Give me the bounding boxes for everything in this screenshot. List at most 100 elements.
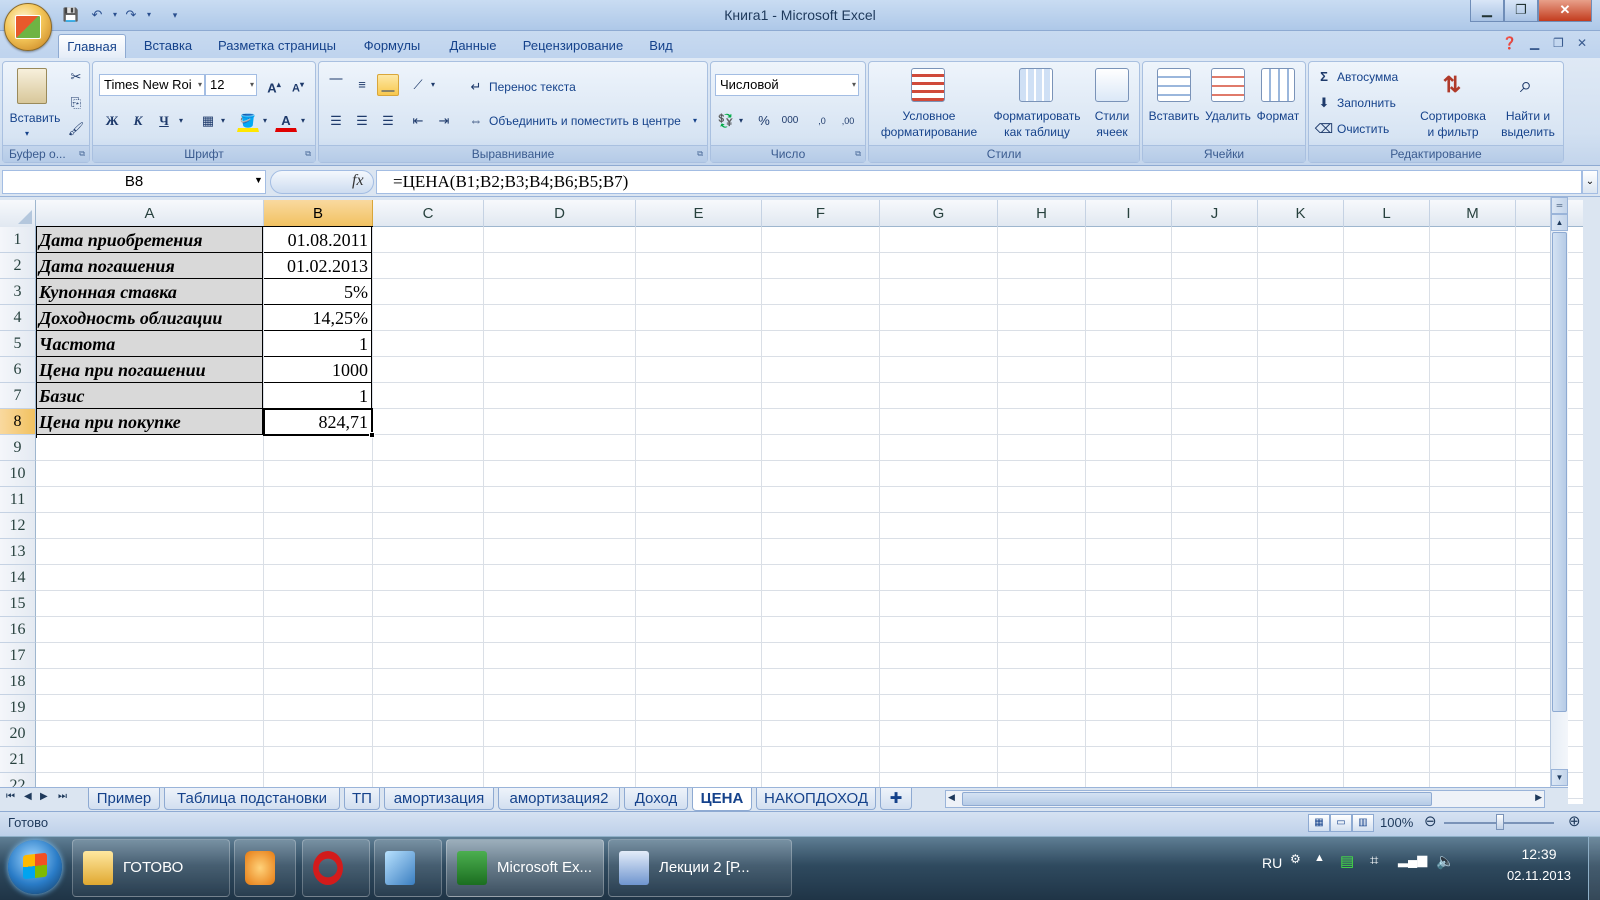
column-header-k[interactable]: K	[1258, 200, 1344, 227]
font-color-dropdown-icon[interactable]: ▾	[297, 110, 309, 132]
column-header-j[interactable]: J	[1172, 200, 1258, 227]
tab-home[interactable]: Главная	[58, 34, 126, 58]
sheet-tab-income[interactable]: Доход	[624, 788, 688, 810]
clipboard-dialog-launcher-icon[interactable]: ⧉	[79, 149, 85, 159]
find-select-label-2[interactable]: выделить	[1495, 124, 1561, 140]
formula-input[interactable]: =ЦЕНА(B1;B2;B3;B4;B6;B5;B7)	[376, 170, 1582, 194]
cell-styles-label-2[interactable]: ячеек	[1085, 124, 1139, 140]
paste-button[interactable]: Вставить	[5, 110, 65, 126]
grow-font-icon[interactable]: A▴	[263, 74, 285, 96]
taskbar-item-word[interactable]: Лекции 2 [Р...	[608, 839, 792, 897]
decrease-decimal-button[interactable]: ,00	[837, 110, 859, 132]
row-header-19[interactable]: 19	[0, 695, 36, 721]
taskbar-item-media-player[interactable]	[234, 839, 296, 897]
taskbar-item-folder[interactable]: ГОТОВО	[72, 839, 230, 897]
sort-filter-icon[interactable]: ⇅	[1435, 68, 1469, 102]
conditional-formatting-label-1[interactable]: Условное	[869, 108, 989, 124]
ribbon-close-icon[interactable]: ✕	[1577, 36, 1587, 50]
font-color-icon[interactable]: A	[275, 110, 297, 132]
taskbar-item-excel[interactable]: Microsoft Ex...	[446, 839, 604, 897]
split-box-icon[interactable]: ═	[1551, 197, 1568, 214]
conditional-formatting-label-2[interactable]: форматирование	[869, 124, 989, 140]
row-header-14[interactable]: 14	[0, 565, 36, 591]
help-icon[interactable]: ❓	[1502, 36, 1517, 50]
align-left-icon[interactable]: ☰	[325, 110, 347, 132]
row-header-15[interactable]: 15	[0, 591, 36, 617]
close-button[interactable]: ✕	[1538, 0, 1592, 22]
row-header-13[interactable]: 13	[0, 539, 36, 565]
column-header-c[interactable]: C	[373, 200, 484, 227]
cut-icon[interactable]: ✂	[65, 66, 87, 88]
name-box[interactable]: B8	[2, 170, 266, 194]
show-desktop-button[interactable]	[1588, 836, 1600, 900]
find-select-icon[interactable]: ⌕	[1509, 68, 1543, 102]
column-header-g[interactable]: G	[880, 200, 998, 227]
language-bar-icon[interactable]: ⚙	[1290, 852, 1301, 866]
expand-formula-bar-icon[interactable]: ⌄	[1582, 170, 1598, 194]
format-as-table-icon[interactable]	[1019, 68, 1053, 102]
font-name-combo[interactable]: Times New Roi ▾	[99, 74, 205, 96]
office-button[interactable]	[4, 3, 52, 51]
clock-date[interactable]: 02.11.2013	[1494, 868, 1584, 883]
cell-a5[interactable]: Частота	[37, 331, 263, 357]
scroll-right-icon[interactable]: ▶	[1535, 792, 1542, 803]
column-header-m[interactable]: M	[1430, 200, 1516, 227]
sort-filter-label-2[interactable]: и фильтр	[1413, 124, 1493, 140]
comma-style-button[interactable]: 000	[779, 110, 801, 132]
active-cell-selection[interactable]	[263, 408, 373, 436]
clear-icon[interactable]: ⌫	[1313, 118, 1335, 140]
column-header-l[interactable]: L	[1344, 200, 1430, 227]
increase-decimal-button[interactable]: ,0	[811, 110, 833, 132]
format-painter-icon[interactable]: 🖌	[65, 118, 87, 140]
last-sheet-icon[interactable]: ⏭	[58, 791, 67, 802]
delete-cells-button[interactable]: Удалить	[1199, 108, 1257, 124]
shrink-font-icon[interactable]: A▾	[287, 74, 309, 96]
cell-a2[interactable]: Дата погашения	[37, 253, 263, 279]
number-format-combo[interactable]: Числовой ▾	[715, 74, 859, 96]
conditional-formatting-icon[interactable]	[911, 68, 945, 102]
row-header-16[interactable]: 16	[0, 617, 36, 643]
sheet-tab-tp[interactable]: ТП	[344, 788, 380, 810]
tab-data[interactable]: Данные	[440, 34, 506, 58]
fill-icon[interactable]: ⬇	[1313, 92, 1335, 114]
align-center-icon[interactable]: ☰	[351, 110, 373, 132]
insert-sheet-icon[interactable]: ✚	[880, 788, 912, 810]
paste-dropdown-icon[interactable]: ▾	[25, 126, 29, 142]
row-header-18[interactable]: 18	[0, 669, 36, 695]
horizontal-scrollbar[interactable]: ◀ ▶	[945, 790, 1545, 808]
cell-b7[interactable]: 1	[264, 383, 372, 409]
vertical-scrollbar[interactable]: ═ ▲ ▼	[1550, 197, 1568, 787]
delete-cells-icon[interactable]	[1211, 68, 1245, 102]
cell-a4[interactable]: Доходность облигации	[37, 305, 263, 331]
scroll-up-icon[interactable]: ▲	[1551, 214, 1568, 231]
format-cells-button[interactable]: Формат	[1251, 108, 1305, 124]
page-break-view-icon[interactable]: ▥	[1352, 814, 1374, 832]
show-hidden-icons-icon[interactable]: ▲	[1314, 852, 1325, 864]
row-header-21[interactable]: 21	[0, 747, 36, 773]
cell-styles-label-1[interactable]: Стили	[1085, 108, 1139, 124]
vertical-scroll-thumb[interactable]	[1552, 232, 1567, 712]
font-size-combo[interactable]: 12 ▾	[205, 74, 257, 96]
copy-icon[interactable]: ⎘	[65, 92, 87, 114]
column-header-i[interactable]: I	[1086, 200, 1172, 227]
row-header-12[interactable]: 12	[0, 513, 36, 539]
alignment-dialog-launcher-icon[interactable]: ⧉	[697, 149, 703, 159]
ribbon-minimize-icon[interactable]: ▁	[1530, 36, 1539, 50]
sheet-tab-substitution-table[interactable]: Таблица подстановки	[164, 788, 340, 810]
worksheet-grid[interactable]: A B C D E F G H I J K L M 1 2 3 4 5 6 7 …	[0, 200, 1583, 804]
cell-b2[interactable]: 01.02.2013	[264, 253, 372, 279]
merge-dropdown-icon[interactable]: ▾	[693, 113, 697, 129]
font-name-dropdown-icon[interactable]: ▾	[198, 75, 202, 95]
tab-review[interactable]: Рецензирование	[514, 34, 632, 58]
row-header-8[interactable]: 8	[0, 409, 36, 435]
normal-view-icon[interactable]: ▦	[1308, 814, 1330, 832]
green-tray-icon[interactable]: ▤	[1340, 852, 1354, 870]
row-header-6[interactable]: 6	[0, 357, 36, 383]
cell-a3[interactable]: Купонная ставка	[37, 279, 263, 305]
row-header-1[interactable]: 1	[0, 227, 36, 253]
first-sheet-icon[interactable]: ⏮	[6, 791, 15, 802]
cell-b6[interactable]: 1000	[264, 357, 372, 383]
select-all-corner[interactable]	[0, 200, 36, 227]
align-middle-icon[interactable]: ≡	[351, 74, 373, 96]
cell-a8[interactable]: Цена при покупке	[37, 409, 263, 435]
